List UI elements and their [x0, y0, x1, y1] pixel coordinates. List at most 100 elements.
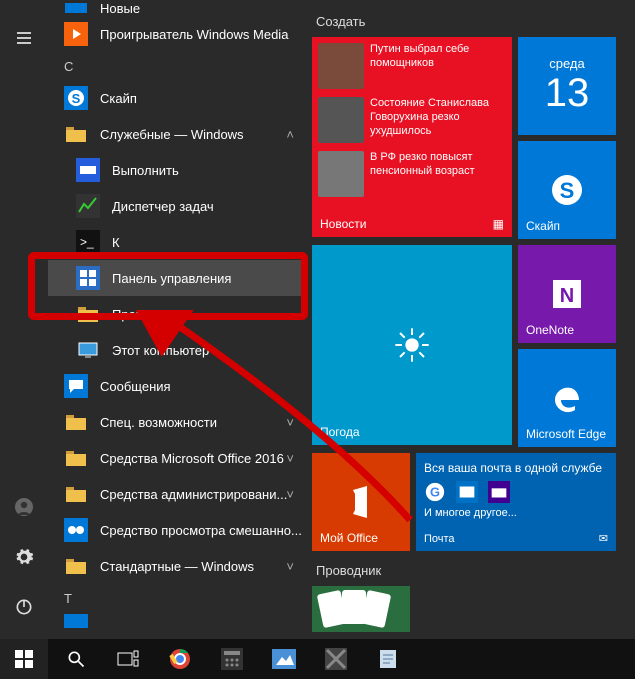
- tile-onenote[interactable]: N OneNote: [518, 245, 616, 343]
- tile-news[interactable]: Путин выбрал себе помощников Состояние С…: [312, 37, 512, 237]
- news-thumb-icon: [318, 43, 364, 89]
- app-label: Этот компьютер: [112, 343, 306, 358]
- app-item-wmp[interactable]: Проигрыватель Windows Media: [48, 16, 306, 52]
- tile-label: Скайп: [526, 219, 560, 233]
- app-item-standard[interactable]: Стандартные — Windows ˅: [48, 548, 306, 584]
- taskbar-app-chrome[interactable]: [156, 639, 204, 679]
- tile-edge[interactable]: Microsoft Edge: [518, 349, 616, 447]
- app-label: Средства администрировани...: [100, 487, 306, 502]
- sun-icon: [392, 325, 432, 365]
- tile-label: Погода: [320, 425, 360, 439]
- app-item-admin-tools[interactable]: Средства администрировани... ˅: [48, 476, 306, 512]
- app-item-office-tools[interactable]: Средства Microsoft Office 2016 ˅: [48, 440, 306, 476]
- app-item-skype[interactable]: S Скайп: [48, 80, 306, 116]
- hamburger-button[interactable]: [4, 18, 44, 58]
- tile-label: OneNote: [526, 323, 574, 337]
- taskbar-app-calculator[interactable]: [208, 639, 256, 679]
- app-item-t1[interactable]: [48, 612, 306, 630]
- news-thumb-icon: [318, 97, 364, 143]
- calendar-date: 13: [545, 71, 590, 116]
- app-item-taskmgr[interactable]: Диспетчер задач: [48, 188, 306, 224]
- this-pc-icon: [76, 338, 100, 362]
- folder-icon: [64, 410, 88, 434]
- hamburger-icon: [15, 29, 33, 47]
- app-label: Стандартные — Windows: [100, 559, 306, 574]
- tile-calendar[interactable]: среда 13: [518, 37, 616, 135]
- app-item-new[interactable]: Новые: [48, 0, 306, 16]
- app-label: Проигрыватель Windows Media: [100, 27, 306, 42]
- app-item-this-pc[interactable]: Этот компьютер: [48, 332, 306, 368]
- tiles-group-header-explorer[interactable]: Проводник: [316, 563, 625, 578]
- explorer-icon: [76, 302, 100, 326]
- app-label: Скайп: [100, 91, 306, 106]
- taskmgr-icon: [76, 194, 100, 218]
- taskbar-app-generic[interactable]: [312, 639, 360, 679]
- chevron-down-icon: ˅: [286, 415, 294, 430]
- app-label: Проводник: [112, 307, 306, 322]
- app-label: Средства Microsoft Office 2016: [100, 451, 306, 466]
- taskbar-app-notes[interactable]: [364, 639, 412, 679]
- square-icon: [65, 3, 87, 13]
- tile-solitaire[interactable]: [312, 586, 410, 632]
- app-label: Новые: [100, 1, 306, 16]
- svg-text:N: N: [560, 285, 574, 307]
- start-rail: [0, 0, 48, 639]
- outlook-icon: [456, 481, 478, 503]
- power-button[interactable]: [4, 587, 44, 627]
- taskview-button[interactable]: [104, 639, 152, 679]
- apps-list[interactable]: Новые Проигрыватель Windows Media С S Ск…: [48, 0, 306, 639]
- office-icon: [341, 482, 381, 522]
- app-label: Средство просмотра смешанно...: [100, 523, 306, 538]
- mixed-icon: [64, 518, 88, 542]
- tile-mail[interactable]: Вся ваша почта в одной службе G И многое…: [416, 453, 616, 551]
- search-icon: [66, 649, 86, 669]
- chrome-icon: [168, 647, 192, 671]
- power-icon: [14, 597, 34, 617]
- app-item-cmd[interactable]: >_ К: [48, 224, 306, 260]
- app-label: Сообщения: [100, 379, 306, 394]
- settings-button[interactable]: [4, 537, 44, 577]
- svg-text:S: S: [560, 178, 575, 203]
- mail-headline: Вся ваша почта в одной службе: [424, 461, 608, 475]
- news-thumb-icon: [318, 151, 364, 197]
- app-icon: [325, 648, 347, 670]
- user-icon: [14, 497, 34, 517]
- tile-label: Почта: [424, 533, 455, 545]
- tiles-group-header[interactable]: Создать: [316, 14, 625, 29]
- chevron-down-icon: ˅: [286, 451, 294, 466]
- app-item-messages[interactable]: Сообщения: [48, 368, 306, 404]
- app-item-control-panel[interactable]: Панель управления: [48, 260, 306, 296]
- taskview-icon: [117, 650, 139, 668]
- taskbar-app-photos[interactable]: [260, 639, 308, 679]
- app-label: Диспетчер задач: [112, 199, 306, 214]
- calendar-day-label: среда: [549, 56, 585, 71]
- user-button[interactable]: [4, 487, 44, 527]
- tile-label: Новости: [320, 217, 366, 231]
- notes-icon: [377, 648, 399, 670]
- chevron-up-icon: ˄: [286, 127, 294, 142]
- square-icon: [64, 614, 88, 628]
- windows-icon: [15, 650, 33, 668]
- tile-weather[interactable]: Погода: [312, 245, 512, 445]
- news-headline: Путин выбрал себе помощников: [370, 43, 506, 93]
- skype-icon: S: [547, 170, 587, 210]
- wmp-icon: [64, 22, 88, 46]
- search-button[interactable]: [52, 639, 100, 679]
- tile-office[interactable]: Мой Office: [312, 453, 410, 551]
- cards-icon: [312, 586, 410, 632]
- app-item-mixed-reality[interactable]: Средство просмотра смешанно...: [48, 512, 306, 548]
- yahoo-icon: [488, 481, 510, 503]
- svg-text:G: G: [430, 485, 440, 500]
- mail-icon: ✉: [599, 532, 608, 545]
- gear-icon: [14, 547, 34, 567]
- section-letter-t[interactable]: Т: [48, 584, 306, 612]
- tile-skype[interactable]: S Скайп: [518, 141, 616, 239]
- section-letter-c[interactable]: С: [48, 52, 306, 80]
- app-item-explorer[interactable]: Проводник: [48, 296, 306, 332]
- start-button[interactable]: [0, 639, 48, 679]
- app-item-accessibility[interactable]: Спец. возможности ˅: [48, 404, 306, 440]
- control-panel-icon: [76, 266, 100, 290]
- app-item-run[interactable]: Выполнить: [48, 152, 306, 188]
- taskbar: [0, 639, 635, 679]
- app-item-systools[interactable]: Служебные — Windows ˄: [48, 116, 306, 152]
